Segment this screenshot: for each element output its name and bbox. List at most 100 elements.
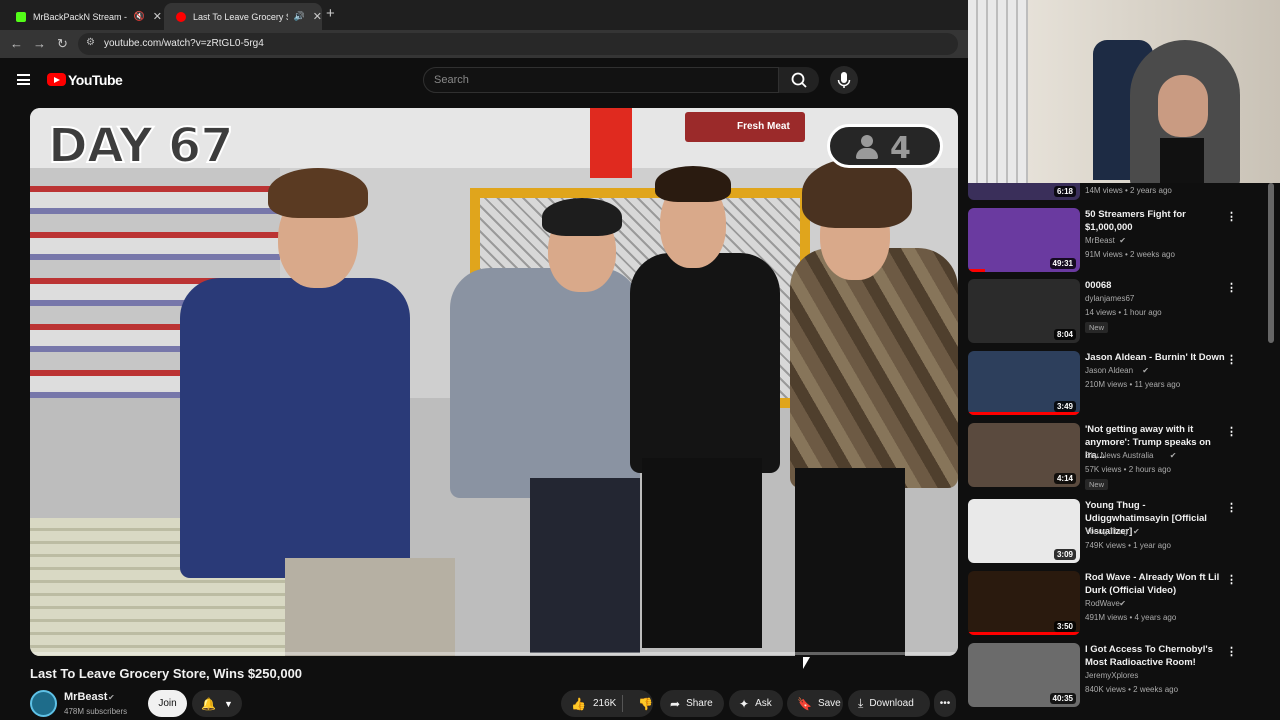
recommendation-channel[interactable]: Sky News Australia: [1085, 451, 1153, 460]
recommendation-channel[interactable]: RodWave: [1085, 599, 1120, 608]
recommendation-item[interactable]: 40:35 I Got Access To Chernobyl's Most Ra…: [968, 643, 1268, 711]
recommendation-channel[interactable]: dylanjames67: [1085, 294, 1134, 303]
video-thumbnail[interactable]: 3:09: [968, 499, 1080, 563]
recommendation-item[interactable]: 3:09 Young Thug - Udiggwhatimsayin [Offic…: [968, 499, 1268, 567]
contestant-count: 4: [890, 131, 911, 166]
recommendation-title[interactable]: I Got Access To Chernobyl's Most Radioac…: [1085, 643, 1225, 669]
streamer-shirt: [1160, 138, 1204, 183]
more-dots-icon: •••: [939, 698, 951, 709]
search-icon: [791, 72, 807, 88]
recommendation-meta: 57K views • 2 hours ago: [1085, 465, 1171, 474]
video-duration: 3:50: [1053, 621, 1076, 632]
kebab-menu-icon[interactable]: ⋮: [1226, 425, 1237, 438]
download-label: Download: [869, 698, 914, 709]
voice-search-button[interactable]: [830, 66, 858, 94]
kebab-menu-icon[interactable]: ⋮: [1226, 645, 1237, 658]
microphone-icon: [837, 72, 851, 88]
video-thumbnail[interactable]: 4:14: [968, 423, 1080, 487]
tab-youtube-video[interactable]: Last To Leave Grocery Store 🔊 ✕: [164, 3, 322, 30]
kebab-menu-icon[interactable]: ⋮: [1226, 281, 1237, 294]
like-count: 216K: [592, 698, 617, 709]
channel-name[interactable]: MrBeast: [64, 691, 107, 703]
verified-badge-icon: ✔: [1133, 527, 1140, 536]
video-player[interactable]: Fresh Meat DAY 67 4: [30, 108, 958, 656]
forward-arrow-icon[interactable]: →: [33, 36, 46, 51]
recommendation-item[interactable]: 6:18 14M views • 2 years ago: [968, 183, 1268, 204]
recommendation-item[interactable]: 4:14 'Not getting away with it anymore': …: [968, 423, 1268, 491]
speaker-icon[interactable]: 🔊: [294, 11, 305, 22]
streamer-face: [1158, 75, 1208, 137]
recommendation-title[interactable]: 50 Streamers Fight for $1,000,000: [1085, 208, 1225, 234]
video-progress-bar[interactable]: [30, 652, 958, 655]
recommendation-item[interactable]: 3:49 Jason Aldean - Burnin' It Down Jason …: [968, 351, 1268, 419]
kebab-menu-icon[interactable]: ⋮: [1226, 573, 1237, 586]
share-button[interactable]: ➦ Share: [660, 690, 724, 717]
recommendation-title[interactable]: Rod Wave - Already Won ft Lil Durk (Offi…: [1085, 571, 1225, 597]
url-field[interactable]: ⚙ youtube.com/watch?v=zRtGL0-5rg4: [78, 33, 958, 55]
recommendation-channel[interactable]: MrBeast: [1085, 236, 1115, 245]
hamburger-menu-icon[interactable]: [17, 74, 30, 85]
reload-icon[interactable]: ↻: [57, 36, 68, 52]
download-button[interactable]: ⤓ Download: [848, 690, 930, 717]
like-dislike-group: 👍 216K 👎: [561, 690, 653, 717]
ask-label: Ask: [755, 698, 772, 709]
kebab-menu-icon[interactable]: ⋮: [1226, 210, 1237, 223]
video-duration: 8:04: [1053, 329, 1076, 340]
save-button[interactable]: 🔖 Save: [787, 690, 843, 717]
recommendation-channel[interactable]: Young Thug: [1085, 527, 1128, 536]
tab-title: Last To Leave Grocery Store: [193, 11, 288, 22]
search-input[interactable]: Search: [423, 67, 779, 93]
video-thumbnail[interactable]: 40:35: [968, 643, 1080, 707]
close-tab-icon[interactable]: ✕: [313, 10, 322, 23]
recommendation-meta: 210M views • 11 years ago: [1085, 380, 1181, 389]
youtube-logo-text[interactable]: YouTube: [68, 72, 123, 88]
kebab-menu-icon[interactable]: ⋮: [1226, 501, 1237, 514]
verified-badge-icon: ✔: [108, 693, 115, 702]
recommendations-sidebar: 6:18 14M views • 2 years ago 49:31 50 Strea…: [968, 183, 1280, 720]
recommendation-title[interactable]: 00068: [1085, 279, 1225, 292]
site-info-icon[interactable]: ⚙: [86, 37, 95, 48]
kick-icon: [16, 11, 26, 22]
more-actions-button[interactable]: •••: [934, 690, 956, 717]
ask-button[interactable]: ✦ Ask: [729, 690, 783, 717]
address-bar-row: ← → ↻ ⚙ youtube.com/watch?v=zRtGL0-5rg4: [0, 30, 968, 58]
recommendation-channel[interactable]: JeremyXplores: [1085, 671, 1138, 680]
recommendation-channel[interactable]: Jason Aldean: [1085, 366, 1133, 375]
recommendation-title[interactable]: Jason Aldean - Burnin' It Down: [1085, 351, 1225, 364]
video-duration: 6:18: [1053, 186, 1076, 197]
share-label: Share: [686, 698, 713, 709]
channel-avatar[interactable]: [30, 690, 57, 717]
back-arrow-icon[interactable]: ←: [10, 36, 23, 51]
save-label: Save: [817, 698, 841, 709]
like-button[interactable]: 👍 216K: [561, 695, 623, 712]
youtube-icon: [176, 11, 186, 22]
video-thumbnail[interactable]: 49:31: [968, 208, 1080, 272]
kebab-menu-icon[interactable]: ⋮: [1226, 353, 1237, 366]
join-button[interactable]: Join: [148, 690, 187, 717]
muted-speaker-icon[interactable]: 🔇: [134, 11, 145, 22]
url-text[interactable]: youtube.com/watch?v=zRtGL0-5rg4: [104, 38, 264, 49]
red-pillar: [590, 108, 632, 178]
video-thumbnail[interactable]: 8:04: [968, 279, 1080, 343]
close-tab-icon[interactable]: ✕: [153, 10, 162, 23]
recommendation-meta: 749K views • 1 year ago: [1085, 541, 1171, 550]
search-button[interactable]: [779, 67, 819, 93]
youtube-header: YouTube Search: [0, 58, 968, 104]
notification-button[interactable]: 🔔 ▼: [192, 690, 242, 717]
dislike-button[interactable]: 👎: [629, 697, 653, 711]
bookmark-icon: 🔖: [797, 696, 812, 711]
recommendation-item[interactable]: 3:50 Rod Wave - Already Won ft Lil Durk (…: [968, 571, 1268, 639]
youtube-logo-icon[interactable]: [47, 73, 66, 86]
watch-progress-bar: [968, 412, 1080, 415]
streamer-webcam: [968, 0, 1280, 183]
video-thumbnail[interactable]: 3:50: [968, 571, 1080, 635]
tab-kick-stream[interactable]: MrBackPackN Stream - Wa 🔇 ✕: [4, 3, 162, 30]
recommendation-item[interactable]: 8:04 00068 dylanjames67 14 views • 1 hour a…: [968, 279, 1268, 347]
recommendation-meta: 91M views • 2 weeks ago: [1085, 250, 1175, 259]
video-thumbnail[interactable]: 6:18: [968, 183, 1080, 200]
sidebar-scrollbar[interactable]: [1268, 183, 1274, 343]
new-tab-button[interactable]: +: [326, 5, 335, 22]
video-thumbnail[interactable]: 3:49: [968, 351, 1080, 415]
recommendation-item[interactable]: 49:31 50 Streamers Fight for $1,000,000 Mr…: [968, 208, 1268, 276]
thumbs-down-icon: 👎: [638, 696, 653, 711]
